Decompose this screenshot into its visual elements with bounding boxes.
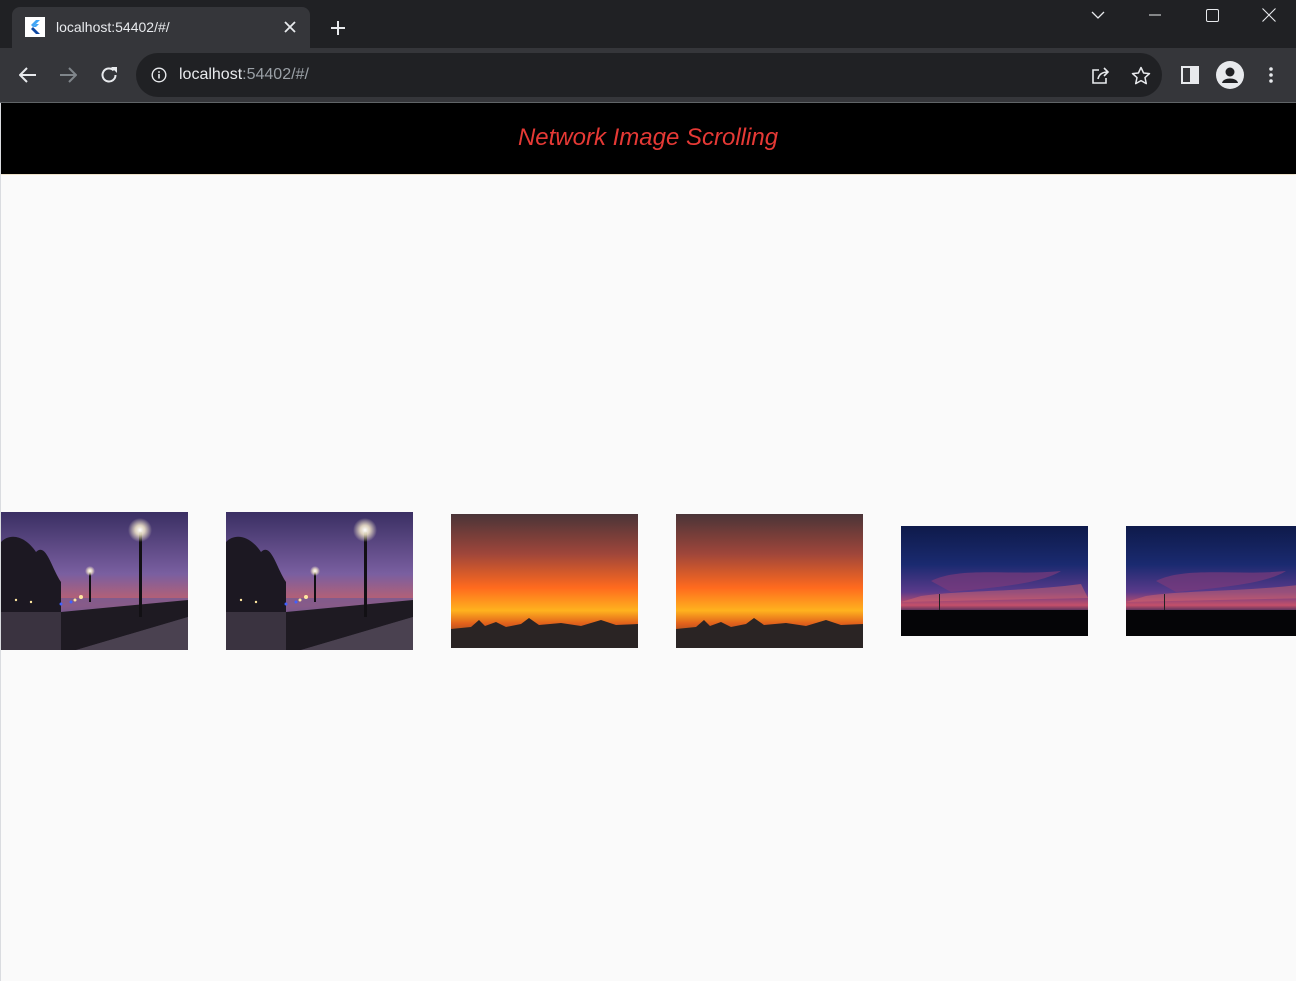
promenade-night-image <box>226 512 413 650</box>
reload-icon[interactable] <box>94 60 124 90</box>
share-icon[interactable] <box>1090 65 1112 87</box>
tab-close-icon[interactable] <box>280 17 300 37</box>
flutter-favicon-icon <box>25 17 45 37</box>
url-path: :54402/#/ <box>242 66 309 83</box>
close-window-icon[interactable] <box>1246 0 1292 30</box>
window-left-edge <box>0 103 1 981</box>
bookmark-star-icon[interactable] <box>1130 65 1152 87</box>
new-tab-plus-icon[interactable] <box>326 16 350 40</box>
blue-dusk-image <box>901 526 1088 636</box>
orange-sunset-image <box>451 514 638 648</box>
more-menu-icon[interactable] <box>1256 60 1286 90</box>
maximize-icon[interactable] <box>1189 0 1235 30</box>
site-info-icon[interactable] <box>150 66 168 84</box>
address-bar[interactable]: localhost:54402/#/ <box>136 53 1162 97</box>
blue-dusk-image <box>1126 526 1296 636</box>
tab-search-chevron-icon[interactable] <box>1075 0 1121 30</box>
page-title: Network Image Scrolling <box>517 124 779 151</box>
promenade-night-image <box>1 512 188 650</box>
forward-arrow-icon[interactable] <box>53 60 83 90</box>
browser-tab[interactable]: localhost:54402/#/ <box>12 7 310 48</box>
minimize-icon[interactable] <box>1132 0 1178 30</box>
orange-sunset-image <box>676 514 863 648</box>
browser-toolbar: localhost:54402/#/ <box>0 48 1296 102</box>
profile-avatar-icon[interactable] <box>1215 60 1245 90</box>
url-text[interactable]: localhost:54402/#/ <box>179 66 309 84</box>
back-arrow-icon[interactable] <box>13 60 43 90</box>
tab-title: localhost:54402/#/ <box>56 19 170 35</box>
side-panel-icon[interactable] <box>1175 60 1205 90</box>
horizontal-image-list[interactable] <box>0 175 1296 981</box>
url-host: localhost <box>179 66 243 83</box>
image-scroll-area[interactable] <box>0 175 1296 981</box>
app-bar: Network Image Scrolling <box>0 103 1296 174</box>
browser-titlebar: localhost:54402/#/ <box>0 0 1296 48</box>
